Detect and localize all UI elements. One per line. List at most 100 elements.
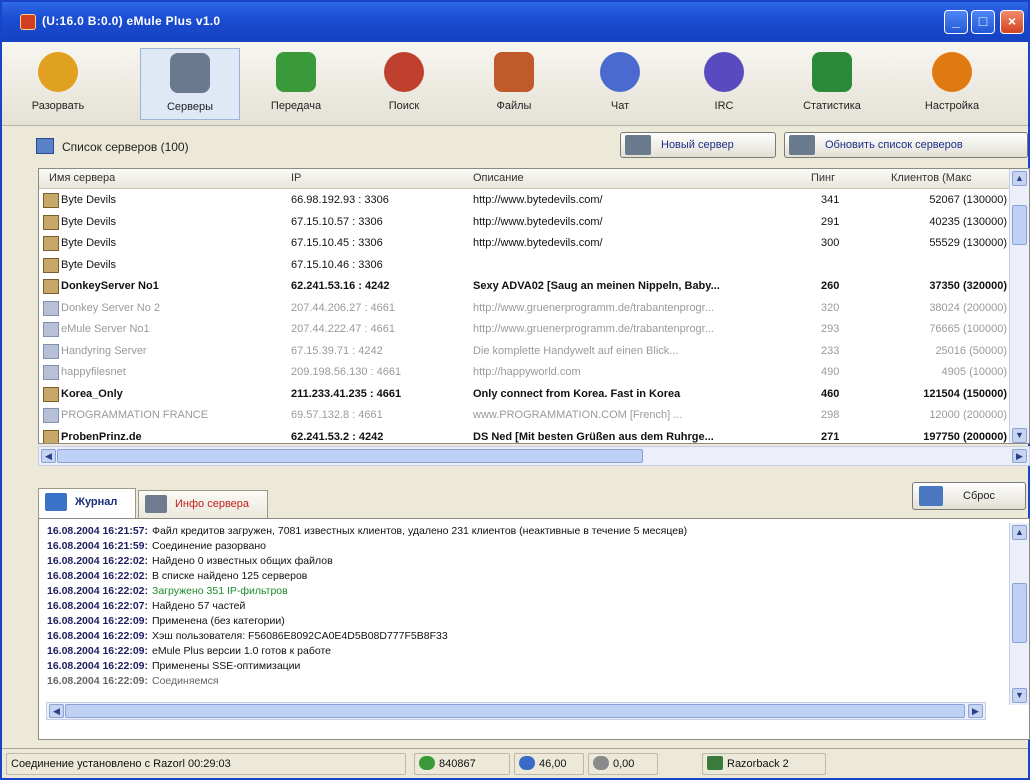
scroll-thumb[interactable] xyxy=(57,449,643,463)
toolbar-search-button[interactable]: Поиск xyxy=(354,48,454,120)
new-server-label: Новый сервер xyxy=(661,139,734,151)
cell-description: http://www.bytedevils.com/ xyxy=(473,237,603,249)
cell-description: http://happyworld.com xyxy=(473,366,581,378)
update-server-list-button[interactable]: Обновить список серверов xyxy=(784,132,1028,158)
log-message: Загружено 351 IP-фильтров xyxy=(152,585,288,597)
scroll-left-arrow-icon[interactable]: ◀ xyxy=(41,449,56,463)
table-row[interactable]: eMule Server No1 207.44.222.47 : 4661 http… xyxy=(39,319,1009,341)
toolbar-statistics-button[interactable]: Статистика xyxy=(782,48,882,120)
table-row[interactable]: Byte Devils 66.98.192.93 : 3306 http://www… xyxy=(39,190,1009,212)
table-row[interactable]: Byte Devils 67.15.10.45 : 3306 http://www.… xyxy=(39,233,1009,255)
cell-description: Only connect from Korea. Fast in Korea xyxy=(473,387,681,400)
reset-button[interactable]: Сброс xyxy=(912,482,1026,510)
cell-users: 40235 (130000) xyxy=(929,215,1007,228)
log-timestamp: 16.08.2004 16:22:02: xyxy=(47,555,148,567)
cell-server-name: Byte Devils xyxy=(61,258,117,271)
log-horizontal-scrollbar[interactable]: ◀ ▶ xyxy=(46,702,986,720)
app-icon[interactable] xyxy=(20,14,36,30)
server-table-vertical-scrollbar[interactable]: ▲ ▼ xyxy=(1009,169,1029,443)
cell-users: 38024 (200000) xyxy=(929,301,1007,314)
cell-ping: 341 xyxy=(821,194,840,206)
scroll-up-arrow-icon[interactable]: ▲ xyxy=(1012,171,1027,186)
cell-server-name: ProbenPrinz.de xyxy=(61,430,142,443)
users-count: 840867 xyxy=(414,753,510,775)
maximize-button[interactable]: □ xyxy=(971,10,995,34)
scroll-thumb[interactable] xyxy=(65,704,965,718)
column-header-users[interactable]: Клиентов (Макс xyxy=(891,172,972,184)
log-line: 16.08.2004 16:22:07: Найдено 57 частей xyxy=(47,600,987,612)
server-icon xyxy=(43,236,59,251)
upload-rate-value: 46,00 xyxy=(539,758,567,770)
minimize-button[interactable]: _ xyxy=(944,10,968,34)
toolbar-label: Поиск xyxy=(388,100,420,112)
cell-ping: 291 xyxy=(821,215,840,228)
cell-server-name: DonkeyServer No1 xyxy=(61,280,159,292)
new-server-button[interactable]: Новый сервер xyxy=(620,132,776,158)
log-timestamp: 16.08.2004 16:22:09: xyxy=(47,645,148,657)
status-bar: Соединение установлено с Razorl 00:29:03… xyxy=(2,748,1028,778)
log-line: 16.08.2004 16:22:09: Соединяемся xyxy=(47,675,987,687)
scroll-thumb[interactable] xyxy=(1012,583,1027,643)
cell-users: 4905 (10000) xyxy=(941,366,1007,378)
toolbar-settings-button[interactable]: Настройка xyxy=(902,48,1002,120)
cell-description: http://www.bytedevils.com/ xyxy=(473,215,603,228)
journal-icon xyxy=(45,493,67,511)
download-rate-value: 0,00 xyxy=(613,758,635,770)
table-row[interactable]: Korea_Only 211.233.41.235 : 4661 Only conn… xyxy=(39,384,1009,406)
toolbar-files-button[interactable]: Файлы xyxy=(464,48,564,120)
cell-description: www.PROGRAMMATION.COM [French] ... xyxy=(473,409,683,421)
table-row[interactable]: Handyring Server 67.15.39.71 : 4242 Die ko… xyxy=(39,341,1009,363)
cell-ping: 460 xyxy=(821,387,840,400)
scroll-down-arrow-icon[interactable]: ▼ xyxy=(1012,428,1027,443)
table-row[interactable]: ProbenPrinz.de 62.241.53.2 : 4242 DS Ned [… xyxy=(39,427,1009,443)
cell-ip: 62.241.53.16 : 4242 xyxy=(291,280,390,292)
cell-ping: 271 xyxy=(821,430,840,443)
tab-journal[interactable]: Журнал xyxy=(38,488,136,518)
scroll-up-arrow-icon[interactable]: ▲ xyxy=(1012,525,1027,540)
toolbar-transfer-button[interactable]: Передача xyxy=(246,48,346,120)
table-row[interactable]: Donkey Server No 2 207.44.206.27 : 4661 ht… xyxy=(39,298,1009,320)
scroll-left-arrow-icon[interactable]: ◀ xyxy=(49,704,64,718)
scroll-down-arrow-icon[interactable]: ▼ xyxy=(1012,688,1027,703)
table-row[interactable]: Byte Devils 67.15.10.57 : 3306 http://www.… xyxy=(39,212,1009,234)
tab-server-info[interactable]: Инфо сервера xyxy=(138,490,268,518)
scroll-right-arrow-icon[interactable]: ▶ xyxy=(968,704,983,718)
log-vertical-scrollbar[interactable]: ▲ ▼ xyxy=(1009,523,1029,705)
reset-icon xyxy=(919,486,943,506)
table-row[interactable]: PROGRAMMATION FRANCE 69.57.132.8 : 4661 ww… xyxy=(39,405,1009,427)
server-icon xyxy=(43,322,59,337)
column-header-ip[interactable]: IP xyxy=(291,172,301,184)
log-timestamp: 16.08.2004 16:22:09: xyxy=(47,615,148,627)
column-header-ping[interactable]: Пинг xyxy=(811,172,835,184)
toolbar-chat-button[interactable]: Чат xyxy=(570,48,670,120)
cell-description: Sexy ADVA02 [Saug an meinen Nippeln, Bab… xyxy=(473,280,720,292)
scroll-right-arrow-icon[interactable]: ▶ xyxy=(1012,449,1027,463)
cell-ip: 211.233.41.235 : 4661 xyxy=(291,387,402,400)
table-row[interactable]: DonkeyServer No1 62.241.53.16 : 4242 Sexy … xyxy=(39,276,1009,298)
close-button[interactable]: × xyxy=(1000,10,1024,34)
server-table: Имя сервера IP Описание Пинг Клиентов (М… xyxy=(38,168,1030,444)
server-icon xyxy=(43,214,59,230)
column-header-description[interactable]: Описание xyxy=(473,172,524,184)
server-icon xyxy=(43,408,59,423)
toolbar-servers-button[interactable]: Серверы xyxy=(140,48,240,120)
cell-server-name: Byte Devils xyxy=(61,237,117,249)
server-table-horizontal-scrollbar[interactable]: ◀ ▶ xyxy=(38,446,1030,466)
column-header-server-name[interactable]: Имя сервера xyxy=(49,172,115,184)
cell-ping: 260 xyxy=(821,280,840,292)
irc-icon xyxy=(704,52,744,92)
server-list-title: Список серверов (100) xyxy=(62,140,189,154)
toolbar-disconnect-button[interactable]: Разорвать xyxy=(8,48,108,120)
table-row[interactable]: happyfilesnet 209.198.56.130 : 4661 http:/… xyxy=(39,362,1009,384)
toolbar-label: Файлы xyxy=(496,100,532,112)
servers-icon xyxy=(170,53,210,93)
server-icon xyxy=(43,365,59,380)
main-toolbar: Разорвать Серверы Передача Поиск Файлы Ч… xyxy=(2,42,1028,126)
cell-users: 25016 (50000) xyxy=(935,344,1007,357)
files-icon xyxy=(494,52,534,92)
cell-ip: 69.57.132.8 : 4661 xyxy=(291,409,383,421)
scroll-thumb[interactable] xyxy=(1012,205,1027,245)
title-bar[interactable]: (U:16.0 B:0.0) eMule Plus v1.0 _ □ × xyxy=(2,2,1028,42)
table-row[interactable]: Byte Devils 67.15.10.46 : 3306 xyxy=(39,255,1009,277)
toolbar-irc-button[interactable]: IRC xyxy=(674,48,774,120)
